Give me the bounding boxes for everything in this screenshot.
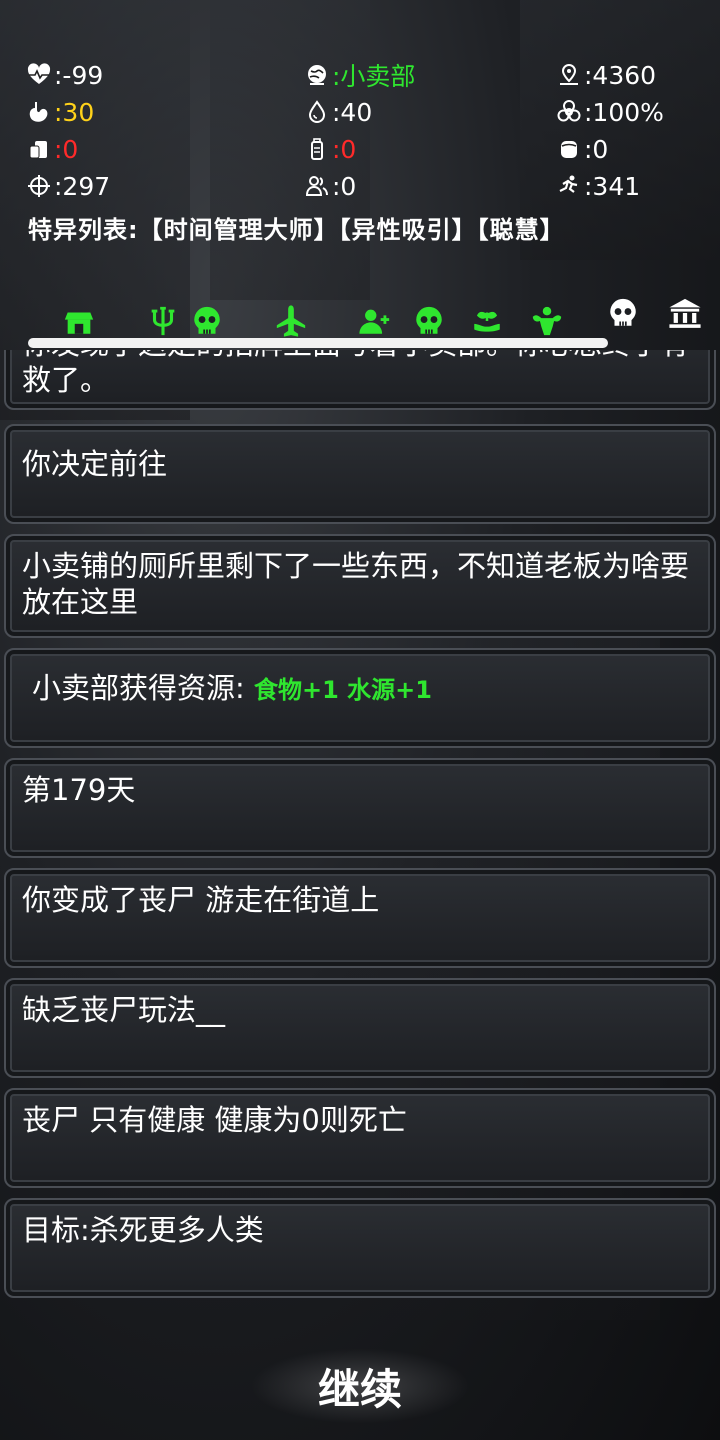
log-entry-text: 小卖部获得资源: <box>32 671 254 705</box>
water-bottle-icon <box>304 136 330 162</box>
tab-skull-icon[interactable] <box>408 300 450 342</box>
skull-icon <box>412 304 446 338</box>
log-entry: 丧尸 只有健康 健康为0则死亡 <box>4 1088 716 1188</box>
stat-water-drop: :40 <box>304 95 372 129</box>
tab-airplane-icon[interactable] <box>270 300 312 342</box>
stat-value: :4360 <box>584 60 657 90</box>
log-entry-text: 丧尸 只有健康 健康为0则死亡 <box>22 1103 407 1137</box>
log-entry-text: 第179天 <box>22 773 136 807</box>
event-log[interactable]: 你发现了这是的招牌上面写着小卖部。你心想终于有救了。你决定前往小卖铺的厕所里剩下… <box>0 350 720 1310</box>
tab-trident-icon[interactable] <box>142 300 184 342</box>
stat-value: :297 <box>54 171 111 201</box>
heartbeat-icon <box>26 62 52 88</box>
people-icon <box>304 173 330 199</box>
stat-crosshair: :297 <box>26 169 110 203</box>
tab-plant-hand-icon[interactable] <box>466 300 508 342</box>
muscle-man-icon <box>530 304 564 338</box>
skull-icon <box>606 296 646 336</box>
stat-stomach: :30 <box>26 95 94 129</box>
bank-icon <box>668 296 714 342</box>
location-globe-icon <box>304 62 330 88</box>
running-man-icon <box>556 173 582 199</box>
stat-value: :0 <box>584 134 609 164</box>
skull-icon <box>190 304 224 338</box>
stat-value: :30 <box>54 97 95 127</box>
stat-water-bottle: :0 <box>304 132 356 166</box>
stat-value: :小卖部 <box>332 62 416 91</box>
stat-food-can: :0 <box>26 132 78 166</box>
stat-value: :0 <box>332 171 357 201</box>
add-user-icon <box>358 304 392 338</box>
log-entry-text: 你变成了丧尸 游走在街道上 <box>22 883 380 917</box>
log-entry: 小卖部获得资源: 食物+1 水源+1 <box>4 648 716 748</box>
biohazard-icon <box>556 99 582 125</box>
resource-gain: 食物+1 水源+1 <box>254 676 432 704</box>
stat-meat: :0 <box>556 132 608 166</box>
airplane-icon <box>274 304 308 338</box>
stat-running-man: :341 <box>556 169 640 203</box>
crosshair-icon <box>26 173 52 199</box>
tab-bank-icon[interactable] <box>664 292 718 346</box>
log-entry: 小卖铺的厕所里剩下了一些东西，不知道老板为啥要放在这里 <box>4 534 716 638</box>
log-entry: 你变成了丧尸 游走在街道上 <box>4 868 716 968</box>
log-entry: 你发现了这是的招牌上面写着小卖部。你心想终于有救了。 <box>4 350 716 410</box>
log-entry-text: 缺乏丧尸玩法__ <box>22 993 226 1027</box>
tab-scroll-indicator[interactable] <box>28 338 608 348</box>
tab-muscle-man-icon[interactable] <box>526 300 568 342</box>
log-entry-text: 目标:杀死更多人类 <box>22 1213 264 1247</box>
trident-icon <box>146 304 180 338</box>
log-entry-text: 小卖铺的厕所里剩下了一些东西，不知道老板为啥要放在这里 <box>22 549 690 619</box>
stat-heartbeat: :-99 <box>26 58 103 92</box>
log-entry: 你决定前往 <box>4 424 716 524</box>
trait-list: 特异列表:【时间管理大师】【异性吸引】【聪慧】 <box>28 216 565 244</box>
stat-value: :40 <box>332 97 373 127</box>
tab-shop-icon[interactable] <box>58 300 100 342</box>
tab-skull-icon[interactable] <box>186 300 228 342</box>
meat-icon <box>556 136 582 162</box>
stat-biohazard: :100% <box>556 95 664 129</box>
stat-value: :0 <box>54 134 79 164</box>
shop-icon <box>62 304 96 338</box>
distance-pin-icon <box>556 62 582 88</box>
plant-hand-icon <box>470 304 504 338</box>
stat-value: :100% <box>584 97 664 127</box>
stat-location-globe: :小卖部 <box>304 58 415 92</box>
tab-add-user-icon[interactable] <box>354 300 396 342</box>
log-entry-text: 你发现了这是的招牌上面写着小卖部。你心想终于有救了。 <box>22 350 689 397</box>
stat-value: :341 <box>584 171 641 201</box>
food-can-icon <box>26 136 52 162</box>
tab-skull-icon[interactable] <box>602 292 650 340</box>
log-entry: 目标:杀死更多人类 <box>4 1198 716 1298</box>
continue-button[interactable]: 继续 <box>250 1348 470 1424</box>
stat-people: :0 <box>304 169 356 203</box>
log-entry: 缺乏丧尸玩法__ <box>4 978 716 1078</box>
water-drop-icon <box>304 99 330 125</box>
log-entry: 第179天 <box>4 758 716 858</box>
stat-distance-pin: :4360 <box>556 58 656 92</box>
stomach-icon <box>26 99 52 125</box>
stat-value: :-99 <box>54 60 104 90</box>
stat-value: :0 <box>332 134 357 164</box>
log-entry-text: 你决定前往 <box>22 447 168 481</box>
